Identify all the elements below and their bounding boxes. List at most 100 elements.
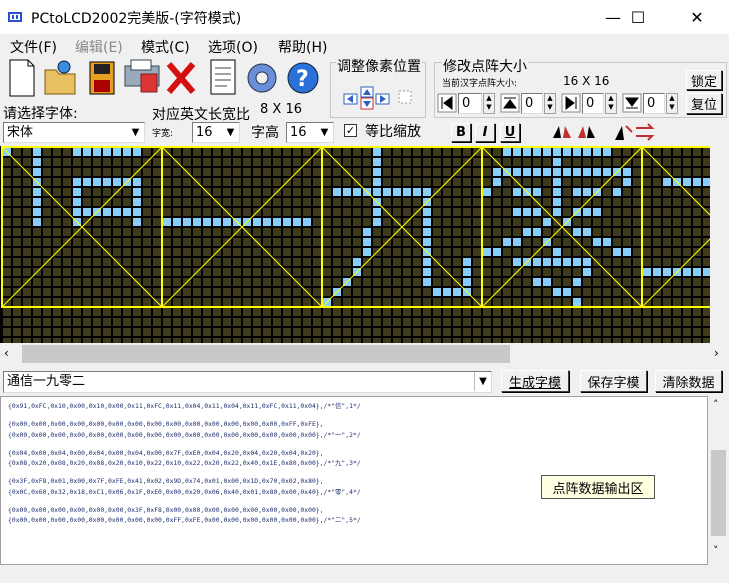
pixel-off[interactable] [233,238,241,246]
pixel-on[interactable] [583,208,591,216]
pixel-off[interactable] [313,188,321,196]
pixel-off[interactable] [313,158,321,166]
pixel-off[interactable] [153,248,161,256]
menu-mode[interactable]: 模式(C) [141,37,190,57]
pixel-off[interactable] [143,328,151,336]
pixel-off[interactable] [103,298,111,306]
pixel-off[interactable] [183,178,191,186]
pixel-off[interactable] [453,238,461,246]
pixel-off[interactable] [173,308,181,316]
pixel-on[interactable] [573,228,581,236]
pixel-off[interactable] [343,208,351,216]
pixel-off[interactable] [43,178,51,186]
pixel-off[interactable] [103,268,111,276]
pixel-off[interactable] [403,248,411,256]
pixel-off[interactable] [113,168,121,176]
pixel-on[interactable] [83,208,91,216]
pixel-off[interactable] [173,148,181,156]
pixel-off[interactable] [153,208,161,216]
pixel-off[interactable] [123,318,131,326]
pixel-off[interactable] [633,168,641,176]
pixel-off[interactable] [93,328,101,336]
pixel-off[interactable] [203,158,211,166]
pixel-off[interactable] [443,228,451,236]
pixel-off[interactable] [273,228,281,236]
pixel-off[interactable] [413,248,421,256]
pixel-off[interactable] [313,258,321,266]
pixel-off[interactable] [183,208,191,216]
pixel-off[interactable] [63,178,71,186]
pixel-off[interactable] [503,318,511,326]
pixel-off[interactable] [603,208,611,216]
pixel-off[interactable] [53,268,61,276]
pixel-off[interactable] [253,328,261,336]
pixel-off[interactable] [13,278,21,286]
pixel-off[interactable] [103,278,111,286]
pixel-off[interactable] [213,298,221,306]
pixel-off[interactable] [293,308,301,316]
menu-file[interactable]: 文件(F) [10,37,57,57]
pixel-off[interactable] [83,288,91,296]
pixel-off[interactable] [203,268,211,276]
pixel-off[interactable] [293,148,301,156]
pixel-off[interactable] [13,328,21,336]
pixel-off[interactable] [473,288,481,296]
pixel-off[interactable] [203,278,211,286]
pixel-off[interactable] [413,298,421,306]
pixel-off[interactable] [673,258,681,266]
pixel-off[interactable] [143,148,151,156]
pixel-off[interactable] [613,178,621,186]
pixel-off[interactable] [223,268,231,276]
flip-horizontal-icon[interactable] [551,122,573,142]
pixel-off[interactable] [603,188,611,196]
pixel-off[interactable] [633,188,641,196]
pixel-off[interactable] [483,228,491,236]
pixel-on[interactable] [593,148,601,156]
pixel-off[interactable] [213,158,221,166]
pixel-off[interactable] [333,328,341,336]
pixel-off[interactable] [423,308,431,316]
pixel-off[interactable] [73,168,81,176]
pixel-on[interactable] [513,148,521,156]
pixel-off[interactable] [663,148,671,156]
pixel-off[interactable] [423,178,431,186]
pixel-off[interactable] [223,308,231,316]
pixel-off[interactable] [563,158,571,166]
pixel-off[interactable] [13,148,21,156]
pixel-on[interactable] [133,198,141,206]
pixel-off[interactable] [53,208,61,216]
pixel-off[interactable] [213,268,221,276]
pixel-off[interactable] [543,268,551,276]
pixel-off[interactable] [633,158,641,166]
pixel-off[interactable] [123,298,131,306]
pixel-off[interactable] [293,208,301,216]
pixel-off[interactable] [313,308,321,316]
italic-button[interactable]: I [475,123,495,142]
pixel-off[interactable] [703,328,710,336]
pixel-off[interactable] [23,288,31,296]
pixel-off[interactable] [683,288,691,296]
pixel-off[interactable] [233,148,241,156]
pixel-off[interactable] [673,218,681,226]
pixel-off[interactable] [63,188,71,196]
pixel-off[interactable] [243,298,251,306]
pixel-off[interactable] [463,318,471,326]
pixel-off[interactable] [213,328,221,336]
pixel-off[interactable] [3,218,11,226]
pixel-off[interactable] [273,298,281,306]
pixel-off[interactable] [373,258,381,266]
pixel-off[interactable] [293,158,301,166]
pixel-off[interactable] [343,178,351,186]
pixel-off[interactable] [283,228,291,236]
pixel-off[interactable] [523,158,531,166]
pixel-on[interactable] [83,178,91,186]
pixel-off[interactable] [623,268,631,276]
pixel-off[interactable] [593,288,601,296]
pixel-on[interactable] [613,248,621,256]
pixel-off[interactable] [533,178,541,186]
pixel-off[interactable] [393,258,401,266]
pixel-on[interactable] [103,148,111,156]
pixel-off[interactable] [543,178,551,186]
pixel-off[interactable] [363,158,371,166]
pixel-off[interactable] [613,208,621,216]
